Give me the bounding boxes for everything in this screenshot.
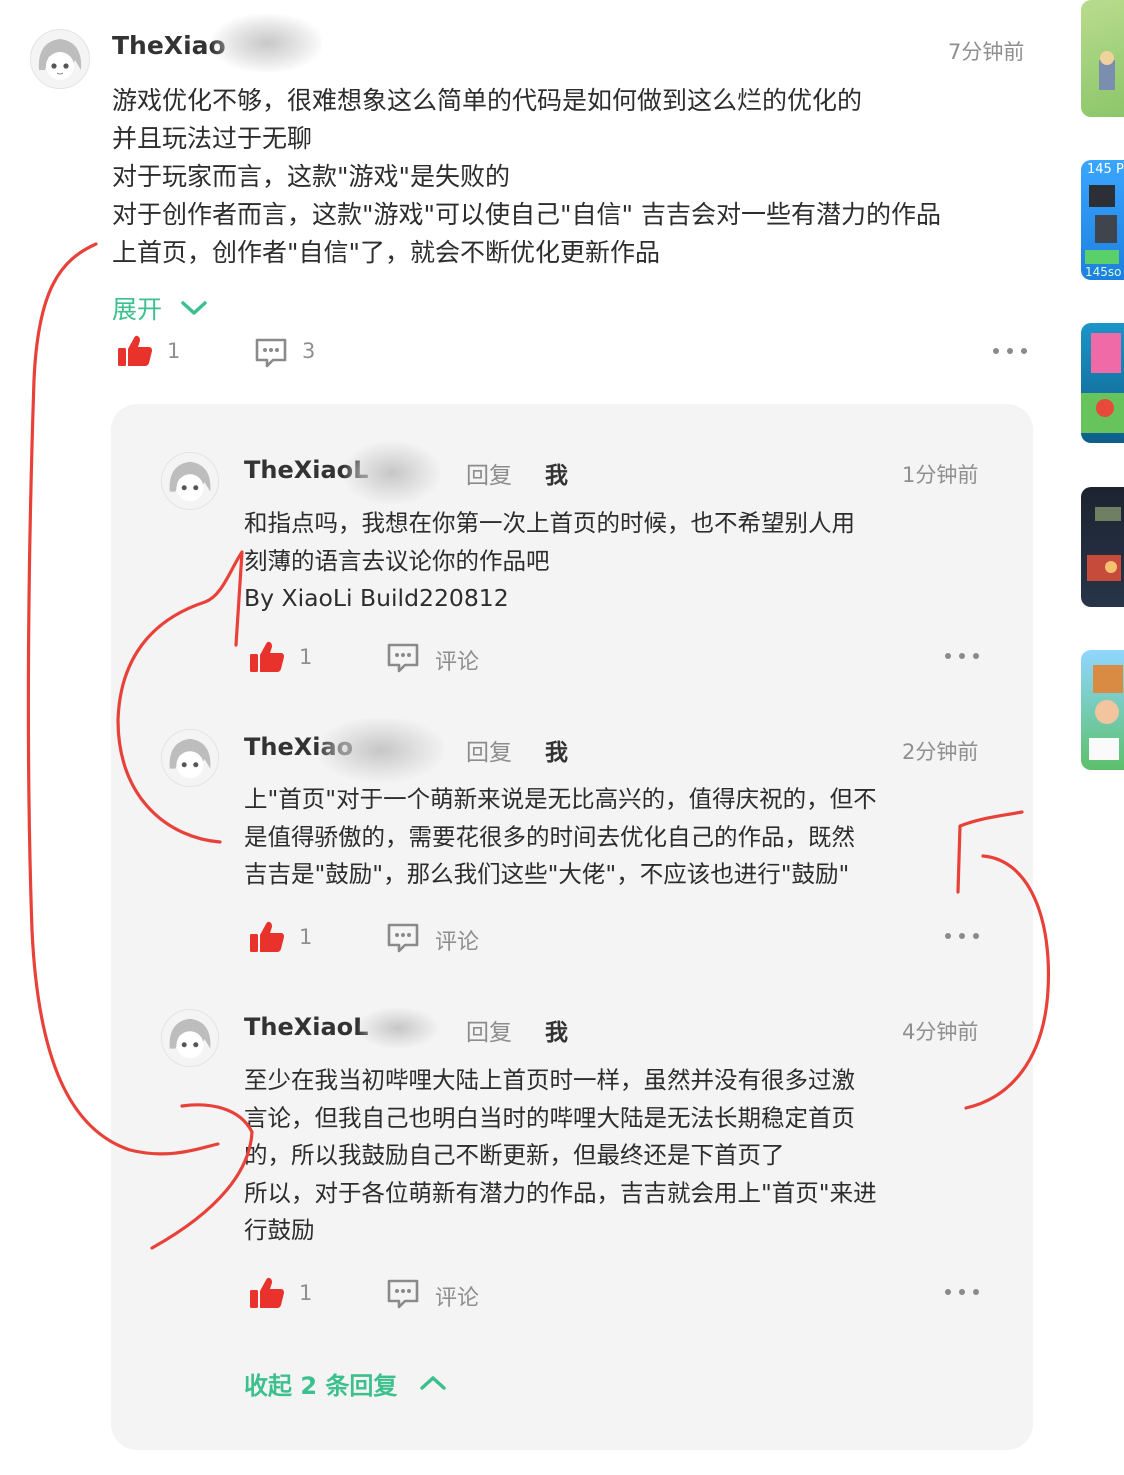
side-thumbnail-5[interactable] [1081, 650, 1124, 770]
reply-line: By XiaoLi Build220812 [244, 584, 509, 612]
avatar[interactable] [161, 1009, 219, 1067]
comment-line: 并且玩法过于无聊 [112, 124, 313, 153]
reply-target[interactable]: 我 [545, 733, 568, 767]
redaction-blur [212, 14, 322, 72]
comment-bubble-icon[interactable] [386, 1278, 420, 1310]
reply-line: 刻薄的语言去议论你的作品吧 [244, 546, 550, 575]
more-dots-icon[interactable] [945, 1287, 979, 1297]
thumbs-up-icon[interactable] [249, 640, 285, 674]
comment-bubble-icon[interactable] [254, 337, 288, 369]
reply-label: 回复 [466, 1020, 512, 1046]
thumbs-up-icon[interactable] [249, 920, 285, 954]
reply-line: 行鼓励 [244, 1216, 315, 1244]
thumbnail-art [1087, 507, 1121, 581]
side-thumbnail-3[interactable] [1081, 323, 1124, 443]
thumbnail-caption-bottom: 145so [1085, 265, 1122, 279]
username[interactable]: TheXiaoL [244, 1013, 368, 1041]
comment-line: 游戏优化不够，很难想象这么简单的代码是如何做到这么烂的优化的 [112, 86, 863, 115]
more-dots-icon[interactable] [945, 931, 979, 941]
username[interactable]: TheXiao [112, 31, 226, 60]
expand-label: 展开 [112, 295, 163, 324]
reply-body: 上"首页"对于一个萌新来说是无比高兴的，值得庆祝的，但不 是值得骄傲的，需要花很… [244, 781, 877, 894]
reply-line: 言论，但我自己也明白当时的哔哩大陆是无法长期稳定首页 [244, 1103, 855, 1132]
redaction-blur [318, 718, 444, 782]
like-count: 1 [299, 645, 313, 669]
avatar[interactable] [30, 29, 90, 89]
comment-bubble-icon[interactable] [386, 642, 420, 674]
thumbnail-art [1099, 51, 1115, 90]
anime-avatar-icon [162, 1010, 218, 1066]
reply-line: 所以，对于各位萌新有潜力的作品，吉吉就会用上"首页"来进 [244, 1178, 877, 1207]
comment-line: 上首页，创作者"自信"了，就会不断优化更新作品 [112, 238, 660, 267]
anime-avatar-icon [31, 30, 89, 88]
expand-button[interactable]: 展开 [112, 291, 208, 325]
reply-line: 至少在我当初哔哩大陆上首页时一样，虽然并没有很多过激 [244, 1066, 855, 1094]
reply-label: 回复 [466, 463, 512, 489]
comment-button[interactable]: 评论 [435, 644, 479, 676]
side-thumbnail-4[interactable] [1081, 487, 1124, 607]
side-thumbnail-2[interactable]: 145 Pa 145so [1081, 160, 1124, 280]
anime-avatar-icon [162, 730, 218, 786]
comment-button[interactable]: 评论 [435, 1280, 479, 1312]
comment-line: 对于玩家而言，这款"游戏"是失败的 [112, 162, 510, 191]
like-count: 1 [299, 1281, 313, 1305]
reply-line: 和指点吗，我想在你第一次上首页的时候，也不希望别人用 [244, 509, 855, 537]
reply-body: 至少在我当初哔哩大陆上首页时一样，虽然并没有很多过激 言论，但我自己也明白当时的… [244, 1062, 877, 1250]
comment-count: 3 [302, 339, 316, 363]
redaction-blur [344, 442, 440, 504]
thumbnail-art [1081, 333, 1124, 433]
more-dots-icon[interactable] [945, 651, 979, 661]
thumbs-up-icon[interactable] [117, 334, 153, 368]
reply-target[interactable]: 我 [545, 1013, 568, 1047]
comment-body: 游戏优化不够，很难想象这么简单的代码是如何做到这么烂的优化的 并且玩法过于无聊 … [112, 82, 941, 272]
comment-line: 对于创作者而言，这款"游戏"可以使自己"自信" 吉吉会对一些有潜力的作品 [112, 200, 941, 229]
reply-line: 的，所以我鼓励自己不断更新，但最终还是下首页了 [244, 1141, 785, 1169]
anime-avatar-icon [162, 453, 218, 509]
chevron-down-icon [181, 301, 207, 315]
chevron-up-icon [420, 1376, 447, 1390]
side-thumbnail-1[interactable] [1081, 0, 1124, 117]
reply-line: 吉吉是"鼓励"，那么我们这些"大佬"，不应该也进行"鼓励" [244, 860, 850, 888]
like-count: 1 [299, 925, 313, 949]
reply-target[interactable]: 我 [545, 456, 568, 490]
like-count: 1 [167, 339, 181, 363]
reply-line: 上"首页"对于一个萌新来说是无比高兴的，值得庆祝的，但不 [244, 785, 877, 813]
thumbs-up-icon[interactable] [249, 1276, 285, 1310]
timestamp: 4分钟前 [902, 1020, 979, 1044]
collapse-replies-button[interactable]: 收起 2 条回复 [244, 1366, 447, 1400]
reply-label: 回复 [466, 740, 512, 766]
avatar[interactable] [161, 452, 219, 510]
avatar[interactable] [161, 729, 219, 787]
redaction-blur [358, 1008, 438, 1048]
reply-body: 和指点吗，我想在你第一次上首页的时候，也不希望别人用 刻薄的语言去议论你的作品吧… [244, 505, 855, 618]
reply-line: 是值得骄傲的，需要花很多的时间去优化自己的作品，既然 [244, 822, 855, 851]
comment-bubble-icon[interactable] [386, 922, 420, 954]
timestamp: 1分钟前 [902, 463, 979, 487]
more-dots-icon[interactable] [993, 346, 1027, 356]
thumbnail-art [1085, 185, 1119, 264]
collapse-label: 收起 2 条回复 [244, 1371, 398, 1400]
thumbnail-art [1089, 665, 1123, 760]
timestamp: 7分钟前 [948, 40, 1025, 64]
comment-button[interactable]: 评论 [435, 924, 479, 956]
timestamp: 2分钟前 [902, 740, 979, 764]
